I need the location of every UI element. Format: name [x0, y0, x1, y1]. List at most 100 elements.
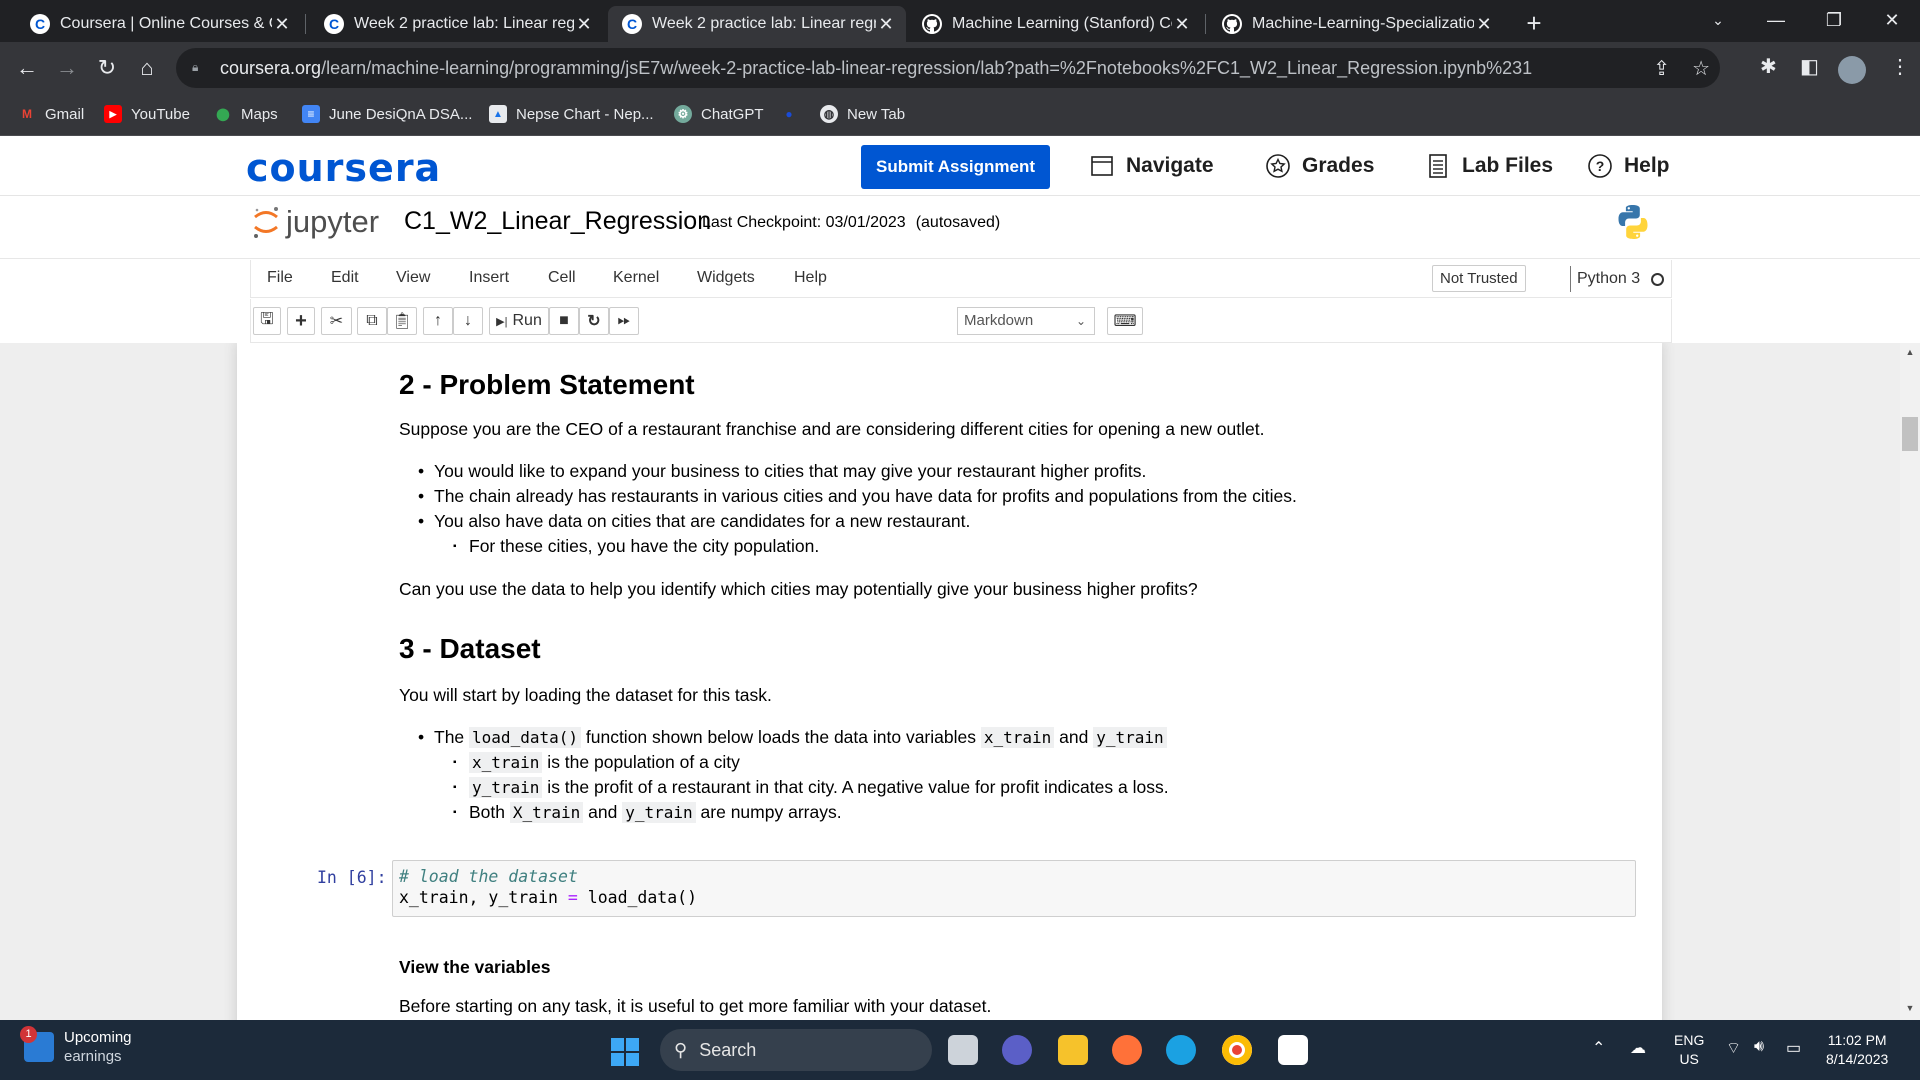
back-arrow-icon[interactable]: ←: [10, 52, 44, 86]
language-indicator[interactable]: ENG US: [1674, 1031, 1704, 1069]
bookmark-nepse-chart[interactable]: ▲ Nepse Chart - Nep...: [489, 105, 654, 123]
move-up-button[interactable]: ↑: [423, 307, 453, 335]
bookmark-blue-drop[interactable]: ●: [780, 105, 807, 123]
scroll-up-arrow-icon[interactable]: ▲: [1900, 347, 1920, 357]
scissors-icon: ✂: [329, 313, 344, 330]
interrupt-button[interactable]: ■: [549, 307, 579, 335]
bookmark-new-tab[interactable]: ◍ New Tab: [820, 105, 905, 123]
browser-tab-2[interactable]: C Week 2 practice lab: Linear regression…: [310, 6, 604, 42]
jupyter-logo[interactable]: jupyter: [252, 204, 379, 240]
chrome-icon[interactable]: [1222, 1035, 1252, 1065]
restart-run-all-button[interactable]: ⏩︎: [609, 307, 639, 335]
command-palette-button[interactable]: ⌨: [1107, 307, 1143, 335]
extensions-puzzle-icon[interactable]: ✱: [1760, 54, 1777, 79]
menu-help[interactable]: Help: [794, 269, 827, 287]
taskbar-search[interactable]: ⚲ Search: [660, 1029, 932, 1071]
notebook-scroll-area[interactable]: 2 - Problem Statement Suppose you are th…: [0, 343, 1920, 1020]
notification-badge: 1: [20, 1026, 37, 1043]
jupyter-logo-text: jupyter: [286, 204, 380, 239]
minimize-icon[interactable]: —: [1748, 0, 1804, 42]
menu-edit[interactable]: Edit: [331, 269, 359, 287]
bookmark-star-icon[interactable]: ☆: [1692, 56, 1710, 81]
menu-insert[interactable]: Insert: [469, 269, 509, 287]
bookmark-maps[interactable]: ⬤ Maps: [214, 105, 277, 123]
tab-search-chevron-icon[interactable]: ⌄: [1690, 0, 1746, 42]
teams-chat-icon[interactable]: [1002, 1035, 1032, 1065]
copy-button[interactable]: ⧉: [357, 307, 387, 335]
widgets-button[interactable]: 1 Upcoming earnings: [20, 1026, 132, 1066]
tab-close-icon[interactable]: ✕: [1172, 14, 1192, 35]
browser-tab-1[interactable]: C Coursera | Online Courses & Credential…: [16, 6, 302, 42]
file-explorer-icon[interactable]: [1058, 1035, 1088, 1065]
edge-icon[interactable]: [1166, 1035, 1196, 1065]
navigate-button[interactable]: Navigate: [1090, 154, 1214, 178]
coursera-logo[interactable]: coursera: [246, 146, 441, 190]
menu-widgets[interactable]: Widgets: [697, 269, 755, 287]
browser-menu-icon[interactable]: ⋮: [1890, 54, 1910, 79]
share-icon[interactable]: ⇪: [1653, 56, 1670, 81]
tab-close-icon[interactable]: ✕: [574, 14, 594, 35]
clock[interactable]: 11:02 PM 8/14/2023: [1826, 1031, 1888, 1069]
browser-tab-3-active[interactable]: C Week 2 practice lab: Linear regression…: [608, 6, 906, 42]
menu-view[interactable]: View: [396, 269, 430, 287]
code-cell-input[interactable]: # load the dataset x_train, y_train = lo…: [392, 860, 1636, 917]
new-tab-plus-icon[interactable]: +: [1518, 8, 1550, 40]
move-down-button[interactable]: ↓: [453, 307, 483, 335]
tab-close-icon[interactable]: ✕: [1474, 14, 1494, 35]
show-hidden-icons-chevron-icon[interactable]: ⌃: [1592, 1038, 1605, 1058]
scrollbar-thumb[interactable]: [1902, 417, 1918, 451]
help-button[interactable]: ? Help: [1588, 154, 1670, 178]
url-omnibox[interactable]: 🔒︎ coursera.org/learn/machine-learning/p…: [176, 48, 1720, 88]
task-view-icon[interactable]: [948, 1035, 978, 1065]
browser-tab-4[interactable]: Machine Learning (Stanford) Coursera ✕: [908, 6, 1202, 42]
forward-arrow-icon[interactable]: →: [50, 52, 84, 86]
paste-button[interactable]: 📋︎: [387, 307, 417, 335]
browser-tab-5[interactable]: Machine-Learning-Specialization-Coursera…: [1208, 6, 1504, 42]
kernel-name[interactable]: Python 3: [1570, 266, 1640, 292]
microsoft-store-icon[interactable]: [1278, 1035, 1308, 1065]
volume-icon[interactable]: 🔊︎: [1754, 1038, 1764, 1056]
reload-icon[interactable]: ↻: [90, 52, 124, 86]
run-button[interactable]: ▶| Run: [489, 307, 549, 335]
menu-kernel[interactable]: Kernel: [613, 269, 659, 287]
menu-cell[interactable]: Cell: [548, 269, 576, 287]
save-button[interactable]: 🖫︎: [253, 307, 281, 335]
lock-icon[interactable]: 🔒︎: [192, 60, 206, 76]
tab-close-icon[interactable]: ✕: [876, 14, 896, 35]
restore-icon[interactable]: ❐: [1806, 0, 1862, 42]
not-trusted-button[interactable]: Not Trusted: [1432, 265, 1526, 292]
profile-avatar[interactable]: [1838, 56, 1866, 84]
tab-close-icon[interactable]: ✕: [272, 14, 292, 35]
keyboard-icon: ⌨: [1113, 313, 1137, 330]
bookmark-gmail[interactable]: M Gmail: [18, 105, 84, 123]
wifi-icon[interactable]: ⌔: [1726, 1038, 1741, 1058]
bookmark-chatgpt[interactable]: ⚙ ChatGPT: [674, 105, 764, 123]
restart-button[interactable]: ↻: [579, 307, 609, 335]
firefox-icon[interactable]: [1112, 1035, 1142, 1065]
grades-button[interactable]: Grades: [1266, 154, 1374, 178]
bookmark-youtube[interactable]: ▶ YouTube: [104, 105, 190, 123]
home-icon[interactable]: ⌂: [130, 52, 164, 86]
submit-assignment-button[interactable]: Submit Assignment: [861, 145, 1050, 189]
cut-button[interactable]: ✂: [321, 307, 352, 335]
menu-file[interactable]: File: [267, 269, 293, 287]
battery-icon[interactable]: ▭: [1786, 1038, 1801, 1058]
close-window-icon[interactable]: ✕: [1864, 0, 1920, 42]
side-panel-icon[interactable]: ◧: [1800, 54, 1819, 79]
bookmark-label: Nepse Chart - Nep...: [516, 105, 654, 123]
tab-title: Machine Learning (Stanford) Coursera: [952, 15, 1172, 32]
page-scrollbar[interactable]: ▲ ▼: [1900, 343, 1920, 1020]
bookmark-june-desiqna[interactable]: ≡ June DesiQnA DSA...: [302, 105, 472, 123]
notebook-name[interactable]: C1_W2_Linear_Regression: [404, 207, 711, 236]
onedrive-cloud-icon[interactable]: ☁: [1630, 1038, 1646, 1058]
search-icon: ⚲: [674, 1039, 688, 1060]
question-paragraph: Can you use the data to help you identif…: [399, 579, 1198, 599]
grades-star-icon: [1266, 154, 1290, 178]
insert-cell-button[interactable]: +: [287, 307, 315, 335]
scroll-down-arrow-icon[interactable]: ▼: [1900, 1003, 1920, 1013]
bookmark-label: YouTube: [131, 105, 190, 123]
lab-files-button[interactable]: Lab Files: [1426, 154, 1553, 178]
start-windows-icon[interactable]: [611, 1038, 639, 1066]
url-text[interactable]: coursera.org/learn/machine-learning/prog…: [220, 58, 1532, 79]
cell-type-select[interactable]: Markdown ⌄: [957, 307, 1095, 335]
